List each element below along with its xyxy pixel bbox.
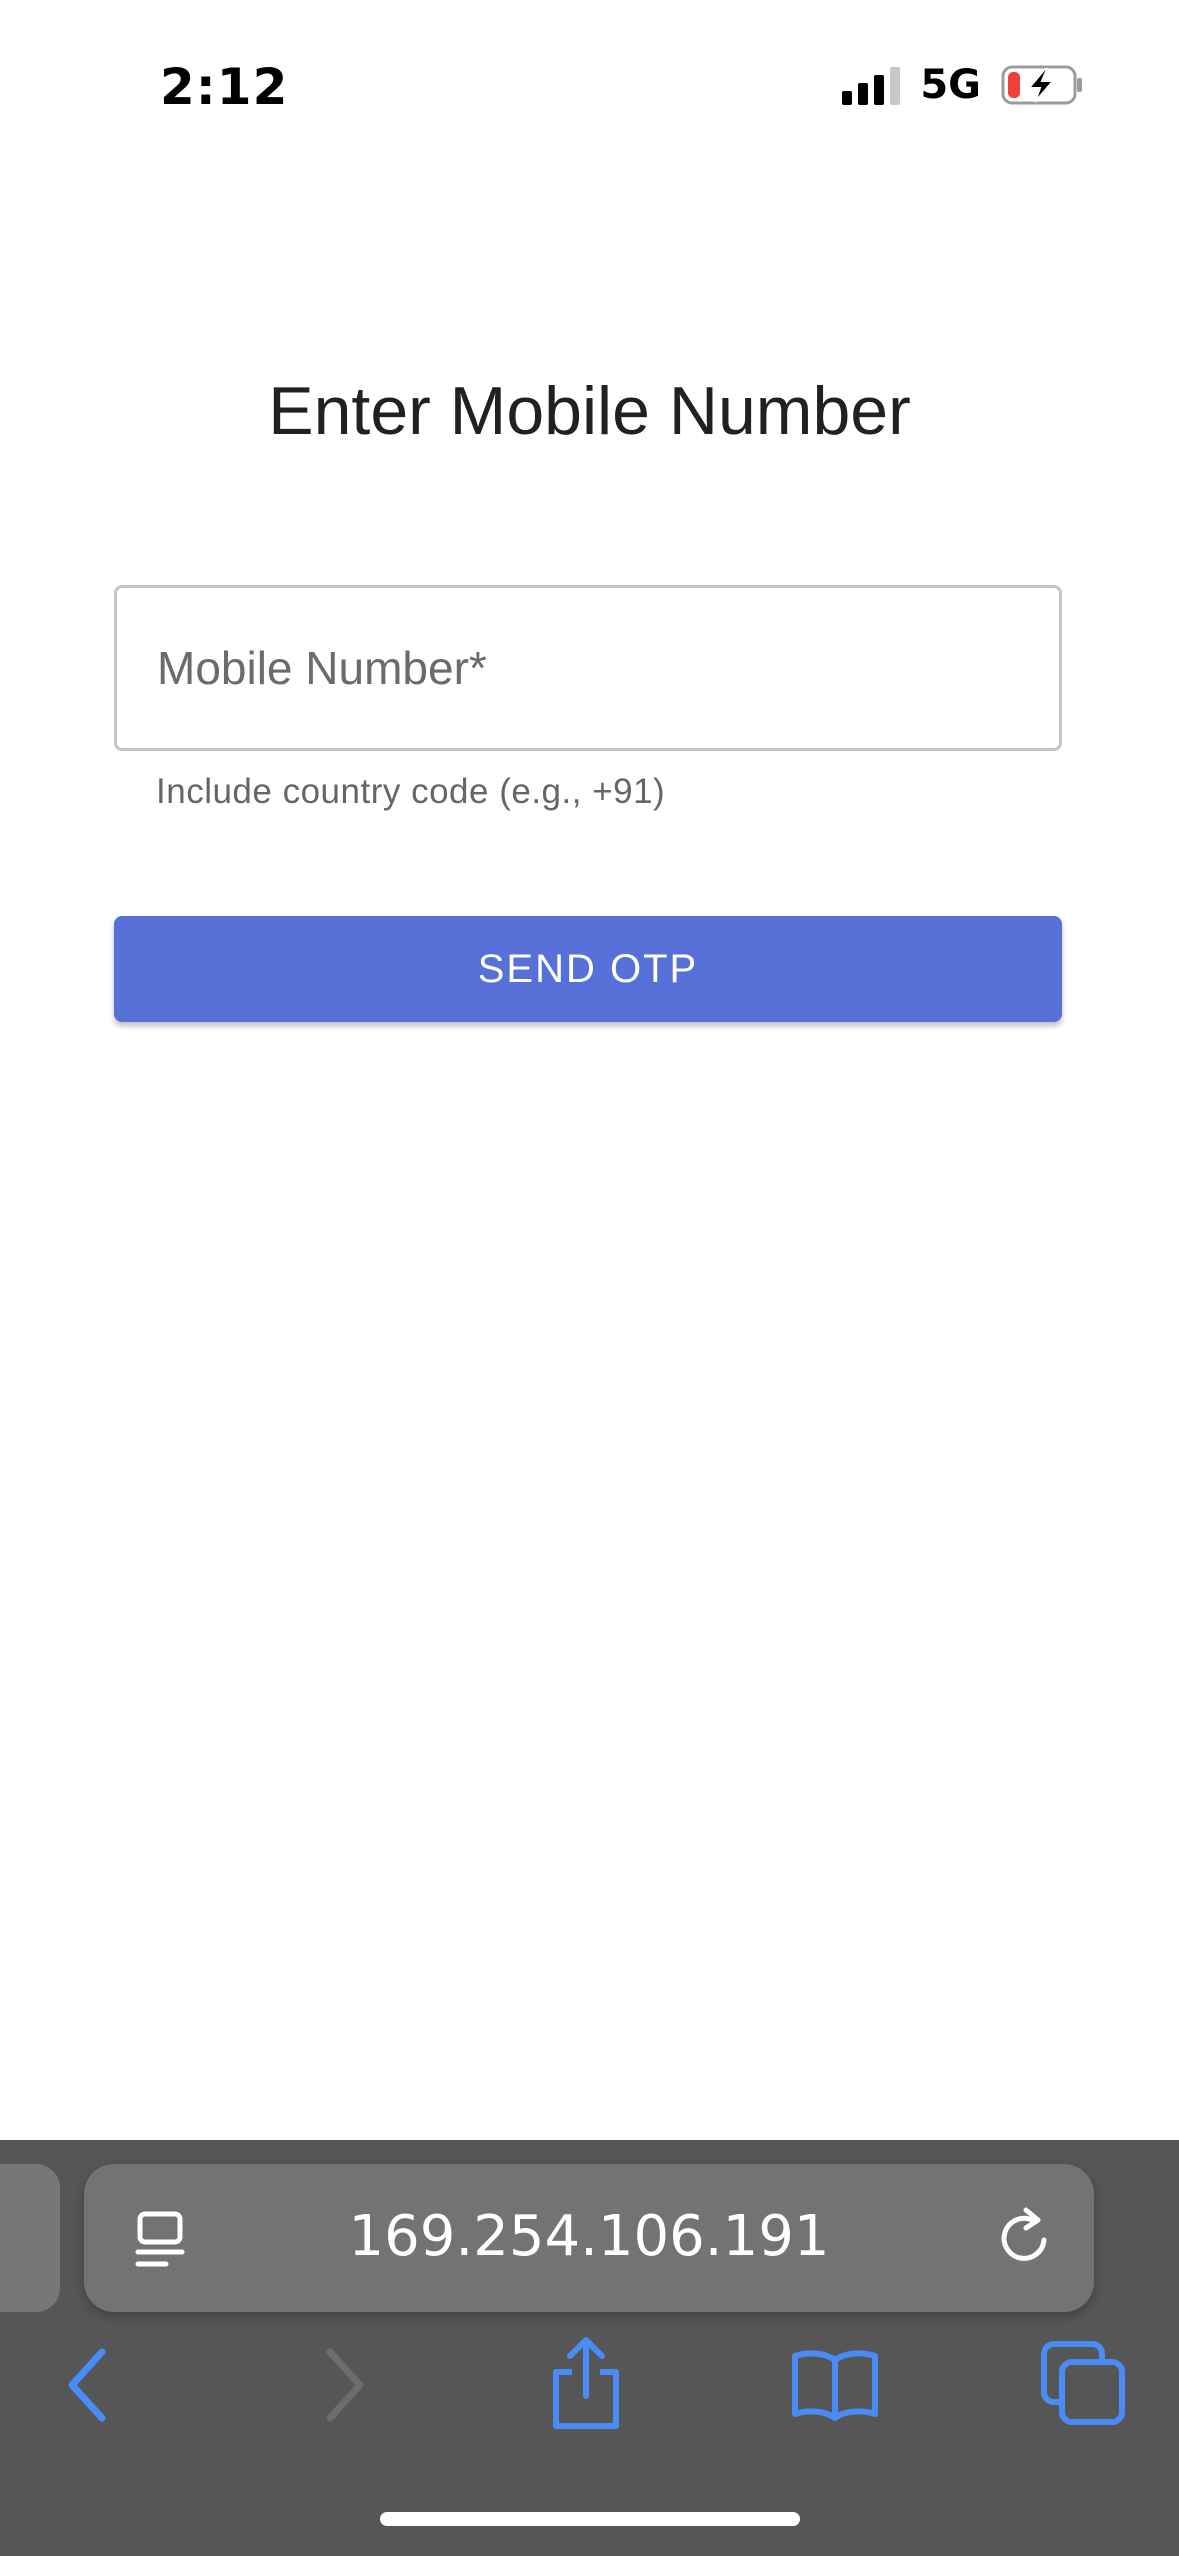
browser-toolbar: 169.254.106.191 xyxy=(0,2140,1179,2556)
battery-charging-icon xyxy=(1001,65,1082,105)
screen: 2:12 5G Enter Mobile Number Include coun… xyxy=(0,0,1179,2556)
share-icon[interactable] xyxy=(548,2336,624,2432)
reload-icon[interactable] xyxy=(994,2206,1058,2270)
back-icon[interactable] xyxy=(60,2340,116,2430)
page-title: Enter Mobile Number xyxy=(268,373,911,449)
bookmarks-icon[interactable] xyxy=(790,2346,880,2422)
previous-tab-preview[interactable] xyxy=(0,2164,60,2312)
home-indicator[interactable] xyxy=(380,2512,800,2526)
status-time: 2:12 xyxy=(160,58,289,116)
mobile-number-input[interactable] xyxy=(117,588,1059,748)
cellular-signal-icon xyxy=(842,65,901,105)
forward-icon[interactable] xyxy=(316,2340,372,2430)
tabs-icon[interactable] xyxy=(1040,2340,1126,2426)
address-bar[interactable]: 169.254.106.191 xyxy=(84,2164,1094,2312)
network-type: 5G xyxy=(920,62,981,108)
mobile-number-field xyxy=(114,585,1062,751)
helper-text: Include country code (e.g., +91) xyxy=(156,772,666,811)
send-otp-button[interactable]: SEND OTP xyxy=(114,916,1062,1022)
status-indicators: 5G xyxy=(842,62,1083,108)
address-url: 169.254.106.191 xyxy=(348,2204,830,2269)
